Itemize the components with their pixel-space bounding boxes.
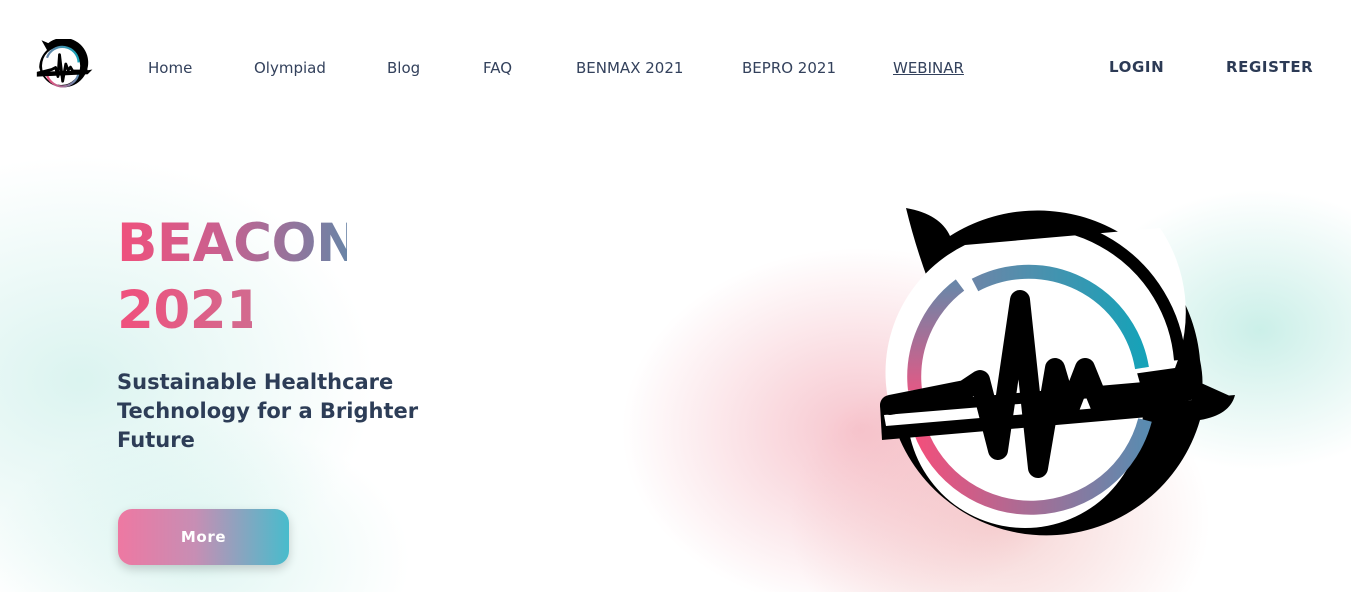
hero-title: BEACON 2021 (117, 210, 360, 344)
nav-link-home[interactable]: Home (148, 58, 192, 78)
register-link[interactable]: REGISTER (1226, 57, 1313, 77)
hero-title-line2: 2021 (117, 277, 263, 344)
nav-link-benmax-2021[interactable]: BENMAX 2021 (576, 58, 683, 78)
nav-link-olympiad[interactable]: Olympiad (254, 58, 326, 78)
nav-link-bepro-2021[interactable]: BEPRO 2021 (742, 58, 836, 78)
login-link[interactable]: LOGIN (1109, 57, 1164, 77)
nav-link-faq[interactable]: FAQ (483, 58, 512, 78)
site-logo-icon[interactable] (36, 39, 94, 93)
nav-link-webinar[interactable]: WEBINAR (893, 58, 964, 78)
hero-subtitle: Sustainable Healthcare Technology for a … (117, 370, 419, 452)
hero-logo-icon (880, 208, 1235, 536)
hero-title-line1: BEACON (117, 210, 360, 277)
more-button[interactable]: More (118, 509, 289, 565)
nav-link-blog[interactable]: Blog (387, 58, 420, 78)
